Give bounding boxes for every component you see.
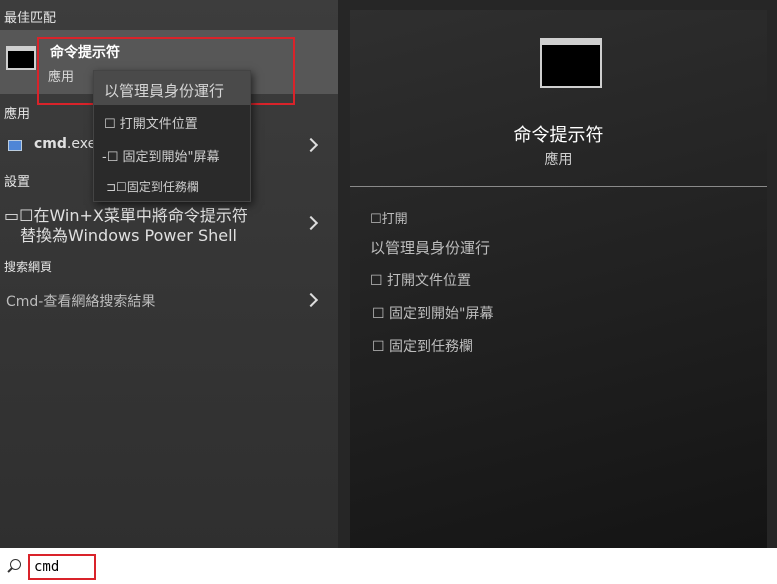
detail-pane: 命令提示符 應用 ☐打開 以管理員身份運行 ☐ 打開文件位置 ☐ 固定到開始"屏… [338, 0, 777, 548]
search-icon [10, 559, 21, 570]
app-item-cmd-label: cmd.exe [34, 136, 97, 152]
search-bar [0, 548, 777, 584]
action-open[interactable]: ☐打開 [370, 208, 408, 227]
action-pin-taskbar[interactable]: ☐ 固定到任務欄 [372, 336, 473, 356]
detail-divider [350, 186, 767, 187]
command-prompt-icon [6, 46, 36, 70]
context-item-pin-taskbar[interactable]: ⊐☐固定到任務欄 [106, 178, 199, 195]
section-web-search: 搜索網頁 [4, 260, 53, 274]
context-item-open-location[interactable]: ☐ 打開文件位置 [104, 113, 198, 132]
detail-title: 命令提示符 [513, 125, 604, 146]
section-settings: 設置 [4, 175, 31, 190]
action-run-as-admin[interactable]: 以管理員身份運行 [370, 237, 490, 258]
settings-item-line2: 替換為Windows Power Shell [20, 226, 238, 245]
command-prompt-large-icon [540, 38, 602, 88]
action-pin-start[interactable]: ☐ 固定到開始"屏幕 [372, 303, 493, 323]
section-apps: 應用 [4, 107, 31, 122]
results-pane: 最佳匹配 命令提示符 應用 應用 cmd.exe 設置 ▭☐在Win+X菜單中將… [0, 0, 338, 548]
context-item-run-as-admin[interactable]: 以管理員身份運行 [104, 80, 224, 101]
context-menu: 以管理員身份運行 ☐ 打開文件位置 -☐ 固定到開始"屏幕 ⊐☐固定到任務欄 [93, 70, 251, 202]
detail-card: 命令提示符 應用 ☐打開 以管理員身份運行 ☐ 打開文件位置 ☐ 固定到開始"屏… [350, 10, 767, 548]
exe-icon [8, 140, 22, 151]
section-best-match: 最佳匹配 [4, 11, 57, 26]
action-open-location[interactable]: ☐ 打開文件位置 [370, 270, 471, 290]
context-item-pin-start[interactable]: -☐ 固定到開始"屏幕 [102, 146, 219, 165]
search-input[interactable] [28, 554, 96, 580]
detail-type: 應用 [544, 152, 573, 168]
web-search-text: Cmd-查看網絡搜索結果 [6, 294, 156, 310]
